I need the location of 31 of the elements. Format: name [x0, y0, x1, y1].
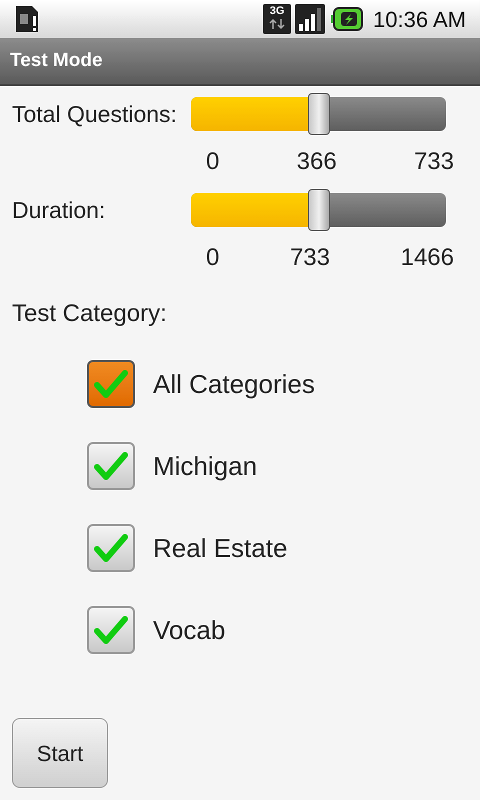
clock: 10:36 AM: [373, 6, 466, 34]
slider-min: 0: [206, 243, 220, 273]
checkbox-label: Real Estate: [153, 532, 288, 564]
slider-label: Total Questions:: [11, 102, 178, 126]
window-title: Test Mode: [10, 48, 103, 73]
slider-mid: 366: [296, 147, 337, 177]
slider-max: 733: [414, 147, 454, 177]
section-label: Test Category:: [11, 299, 168, 329]
checkbox-label: Michigan: [153, 450, 258, 482]
slider-thumb[interactable]: [308, 189, 330, 231]
checkmark-icon: [94, 369, 128, 399]
battery-charging-icon: [331, 7, 364, 31]
data-arrows-icon: [269, 18, 286, 30]
start-button[interactable]: Start: [12, 718, 108, 788]
slider-mid: 733: [290, 243, 330, 273]
checkbox[interactable]: [87, 606, 135, 654]
network-type: 3G: [270, 4, 284, 18]
slider-thumb[interactable]: [308, 93, 330, 135]
checkbox[interactable]: [87, 524, 135, 572]
slider-max: 1466: [400, 243, 454, 273]
checkbox[interactable]: [87, 442, 135, 490]
checkbox-label: All Categories: [153, 368, 315, 400]
slider-label: Duration:: [11, 198, 106, 222]
checkbox-label: Vocab: [153, 614, 226, 646]
signal-icon: [295, 4, 326, 34]
checkmark-icon: [94, 451, 128, 481]
checkmark-icon: [94, 533, 128, 563]
sim-card-icon: [14, 4, 40, 34]
checkbox[interactable]: [87, 360, 135, 408]
checkmark-icon: [94, 615, 128, 645]
slider-min: 0: [206, 147, 220, 177]
